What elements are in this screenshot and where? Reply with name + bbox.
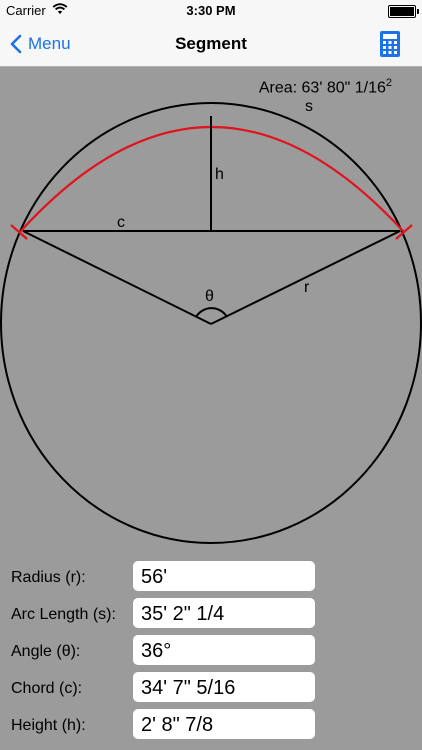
segment-diagram: Area: 63' 80" 1/162 s h c θ r <box>0 67 422 550</box>
angle-row: Angle (θ): 36° <box>0 634 422 666</box>
area-exponent: 2 <box>385 77 392 89</box>
radius-line-left <box>22 230 212 325</box>
radius-label: Radius (r): <box>11 569 86 586</box>
label-c: c <box>117 214 125 231</box>
radius-line-right <box>210 230 401 325</box>
status-time: 3:30 PM <box>186 3 236 18</box>
label-r: r <box>304 279 310 296</box>
calculator-icon <box>380 31 400 57</box>
status-bar: Carrier 3:30 PM <box>0 0 422 22</box>
arc-length-label: Arc Length (s): <box>11 606 116 623</box>
arc-length-row: Arc Length (s): 35' 2" 1/4 <box>0 597 422 629</box>
radius-row: Radius (r): 56' <box>0 560 422 592</box>
height-field[interactable]: 2' 8" 7/8 <box>133 709 315 739</box>
area-readout: Area: 63' 80" 1/162 <box>259 77 392 97</box>
label-h: h <box>215 166 224 183</box>
chord-field[interactable]: 34' 7" 5/16 <box>133 672 315 702</box>
radius-field[interactable]: 56' <box>133 561 315 591</box>
angle-arc <box>195 307 228 318</box>
height-label: Height (h): <box>11 717 86 734</box>
angle-label: Angle (θ): <box>11 643 81 660</box>
page-title: Segment <box>175 34 247 53</box>
calculator-button[interactable] <box>380 31 400 62</box>
chord-row: Chord (c): 34' 7" 5/16 <box>0 671 422 703</box>
label-s: s <box>305 98 313 115</box>
chord-label: Chord (c): <box>11 680 83 697</box>
navigation-bar: Menu Segment <box>0 22 422 67</box>
battery-icon <box>388 5 419 18</box>
geometry-drawing: s h c θ r <box>0 98 422 544</box>
area-value: Area: 63' 80" 1/16 <box>258 79 386 97</box>
angle-field[interactable]: 36° <box>133 635 315 665</box>
label-theta: θ <box>205 288 214 305</box>
height-row: Height (h): 2' 8" 7/8 <box>0 708 422 740</box>
arc-length-field[interactable]: 35' 2" 1/4 <box>133 598 315 628</box>
